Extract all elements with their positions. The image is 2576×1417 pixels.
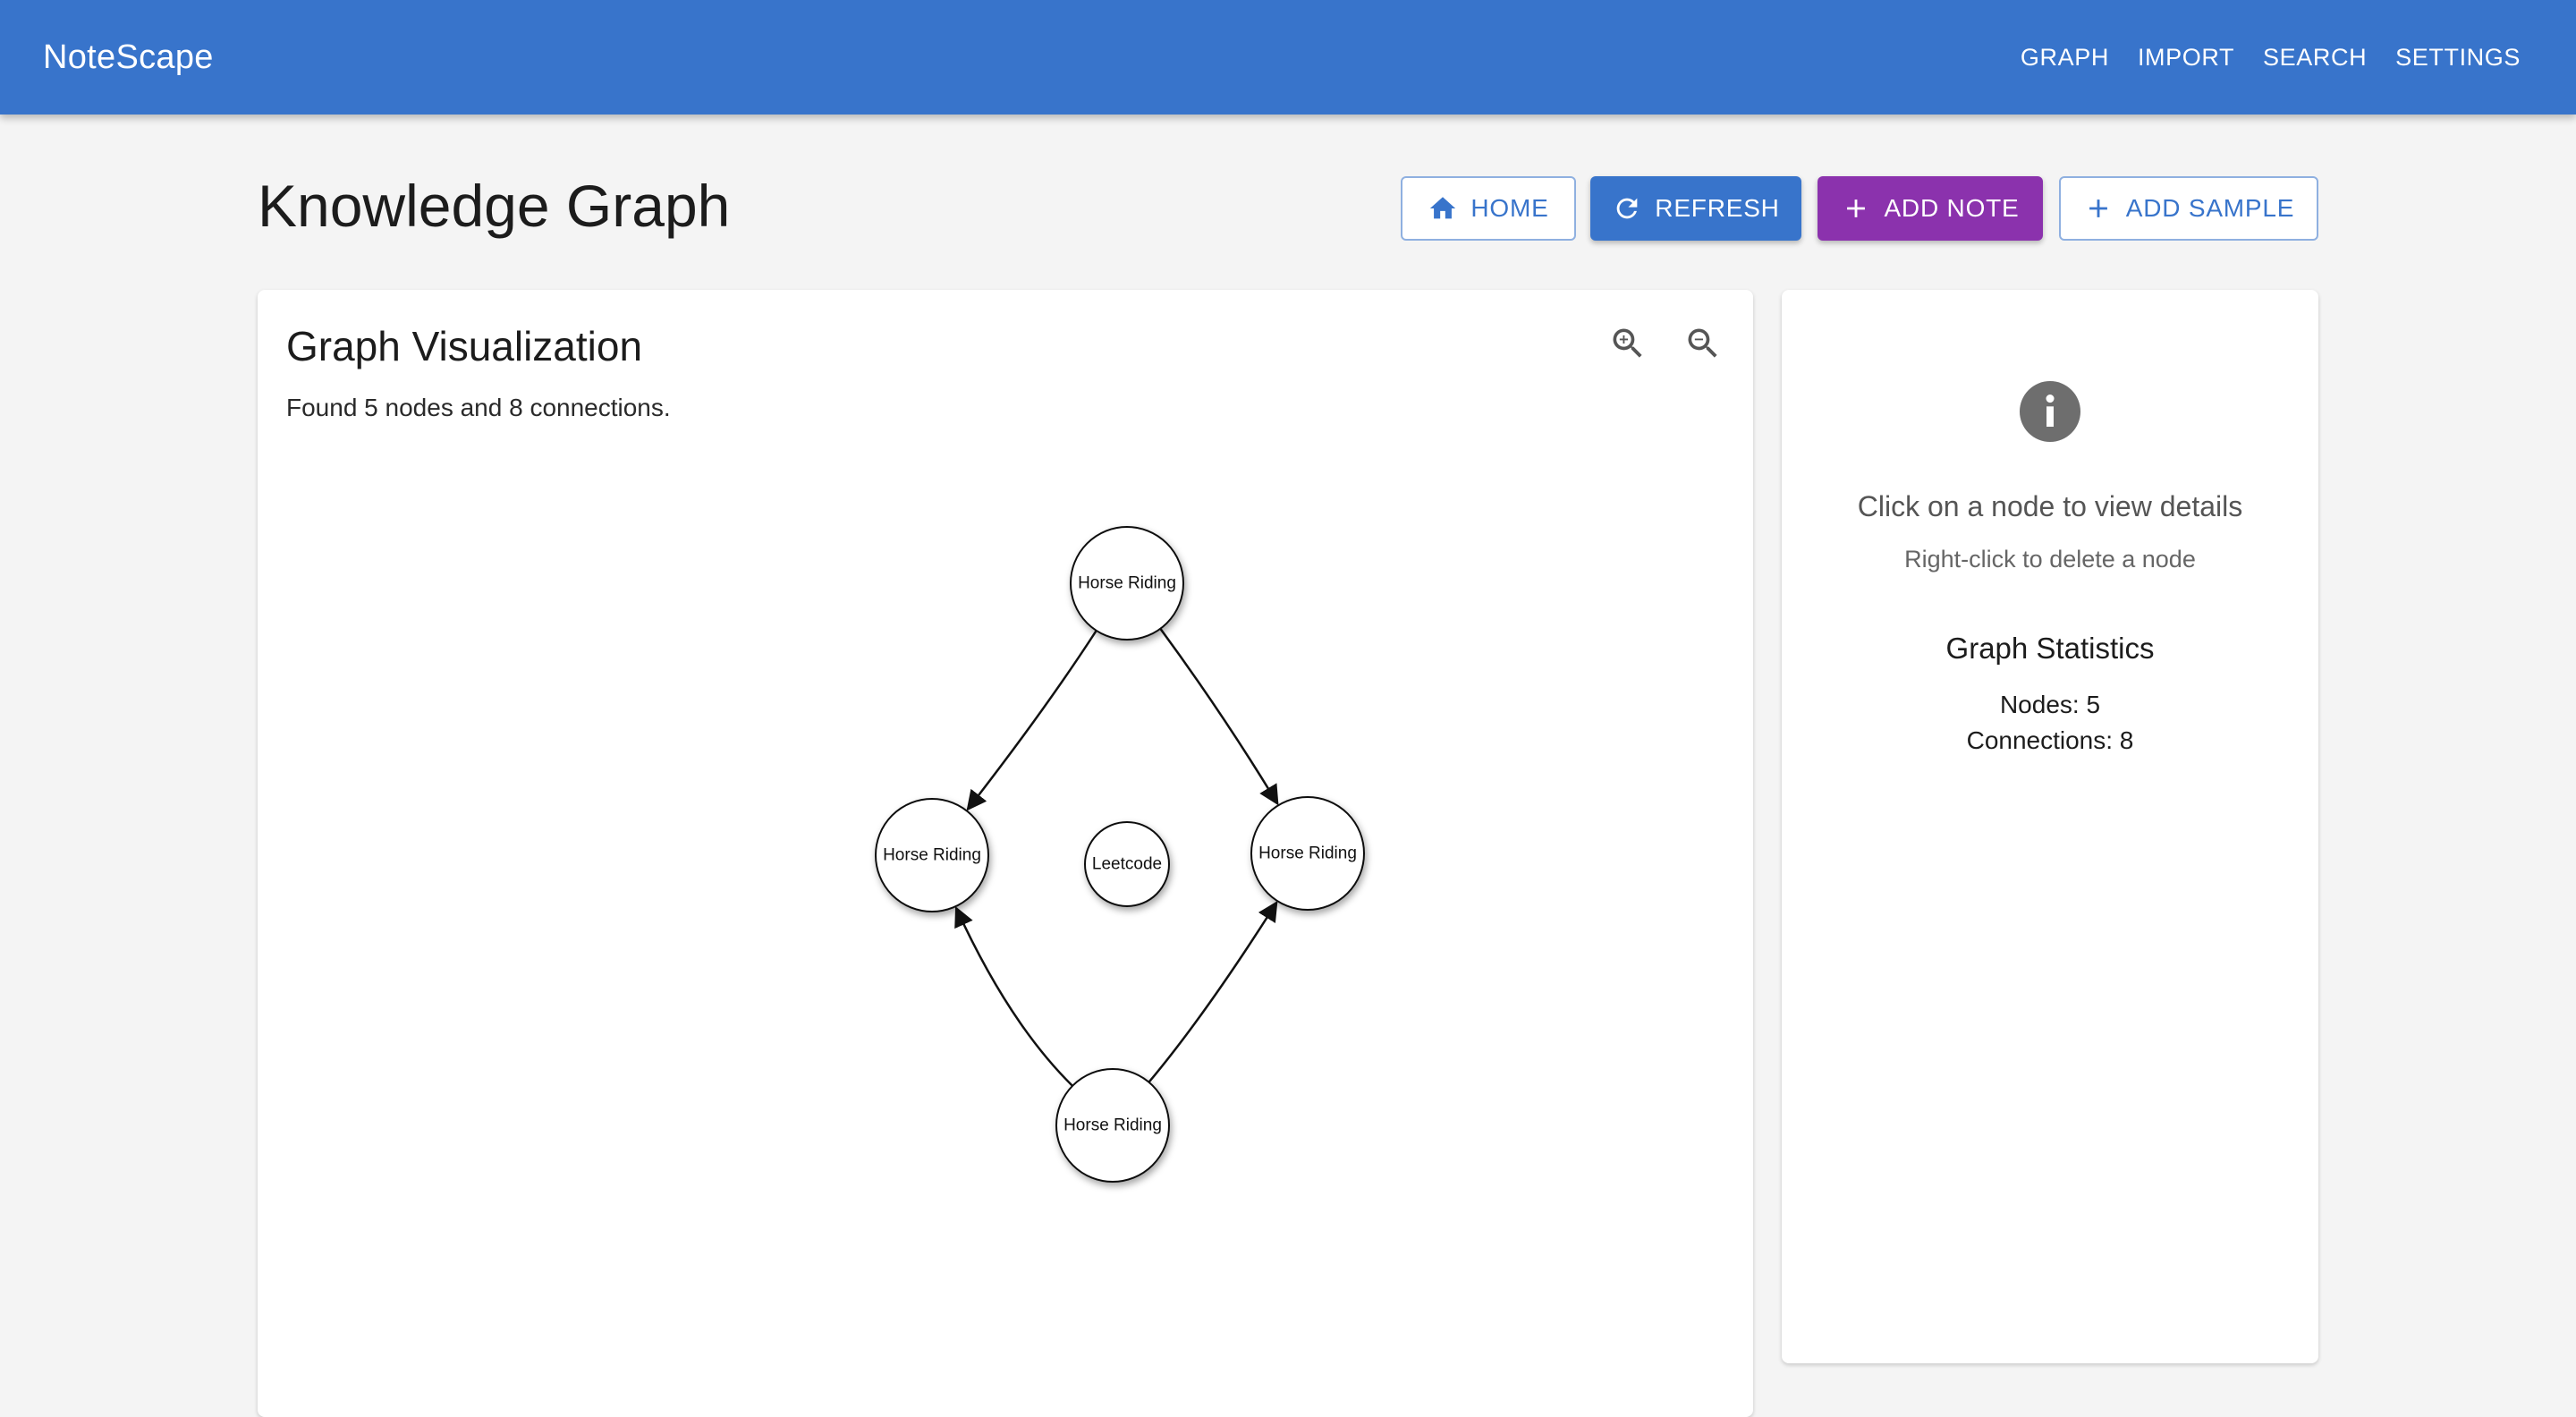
graph-node-label: Horse Riding [883,846,981,865]
home-button-label: HOME [1470,194,1549,222]
info-icon [2020,381,2080,442]
home-icon [1428,193,1458,224]
refresh-button[interactable]: REFRESH [1590,176,1801,241]
graph-statistics-title: Graph Statistics [1945,632,2155,665]
refresh-icon [1612,193,1642,224]
app-bar: NoteScape GRAPH IMPORT SEARCH SETTINGS [0,0,2576,115]
graph-node[interactable]: Leetcode [1084,821,1170,907]
add-note-button[interactable]: ADD NOTE [1818,176,2043,241]
plus-icon [2083,193,2114,224]
graph-node[interactable]: Horse Riding [1055,1068,1170,1183]
connections-count: Connections: 8 [1966,726,2134,754]
graph-edge [954,906,1073,1087]
details-subhint: Right-click to delete a node [1904,546,2196,573]
nav-search[interactable]: SEARCH [2249,31,2381,84]
add-note-button-label: ADD NOTE [1884,194,2020,222]
details-hint: Click on a node to view details [1857,490,2243,522]
add-sample-button-label: ADD SAMPLE [2125,194,2295,222]
plus-icon [1841,193,1871,224]
graph-node-label: Leetcode [1092,855,1162,874]
nodes-count: Nodes: 5 [1999,691,2101,718]
graph-node[interactable]: Horse Riding [1070,526,1184,641]
graph-edge [966,630,1097,811]
graph-node-label: Horse Riding [1063,1116,1162,1135]
node-details-panel: Click on a node to view details Right-cl… [1782,290,2318,1363]
top-nav: GRAPH IMPORT SEARCH SETTINGS [2006,0,2535,115]
graph-edge [1148,901,1278,1083]
page-title: Knowledge Graph [258,173,731,239]
nav-settings[interactable]: SETTINGS [2381,31,2535,84]
add-sample-button[interactable]: ADD SAMPLE [2059,176,2318,241]
nav-import[interactable]: IMPORT [2123,31,2249,84]
app-brand[interactable]: NoteScape [43,38,214,77]
graph-node-label: Horse Riding [1078,574,1176,593]
graph-edge [1159,628,1279,806]
graph-node[interactable]: Horse Riding [875,798,989,912]
graph-node[interactable]: Horse Riding [1250,796,1365,911]
graph-canvas[interactable]: Horse Riding Horse Riding Leetcode Horse Ri… [258,290,1753,1392]
graph-node-label: Horse Riding [1258,844,1357,863]
refresh-button-label: REFRESH [1655,194,1780,222]
home-button[interactable]: HOME [1401,176,1576,241]
nav-graph[interactable]: GRAPH [2006,31,2123,84]
graph-nodes: Horse Riding Horse Riding Leetcode Horse Ri… [875,526,1365,1183]
graph-visualization-card: Graph Visualization Found 5 nodes and 8 … [258,290,1753,1417]
